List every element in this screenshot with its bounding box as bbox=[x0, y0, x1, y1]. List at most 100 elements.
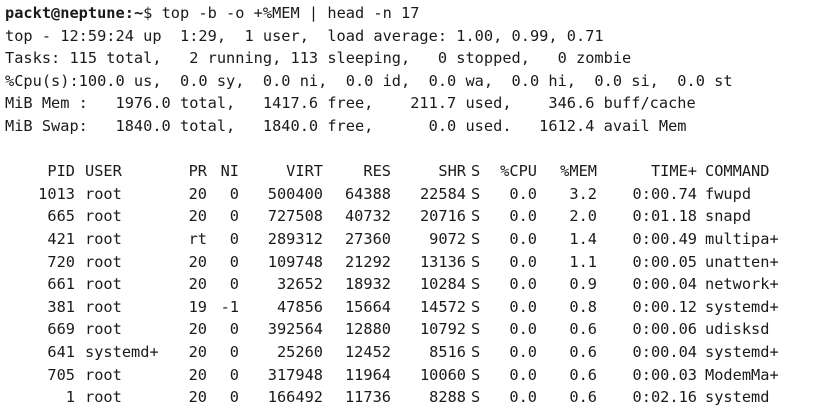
cell-shr: 10060 bbox=[419, 365, 466, 384]
cell-time: 0:00.04 bbox=[632, 342, 697, 361]
header-mem: %MEM bbox=[560, 162, 597, 181]
cell-res: 12880 bbox=[344, 320, 391, 339]
cell-ni: 0 bbox=[229, 184, 239, 203]
cell-mem: 1.1 bbox=[569, 252, 597, 271]
cell-shr: 13136 bbox=[419, 252, 466, 271]
process-row: 669 root 20 0 392564 12880 10792 S 0.0 0.6 0:00.06… bbox=[5, 318, 821, 341]
cell-mem: 2.0 bbox=[569, 207, 597, 226]
cell-s: S bbox=[471, 252, 481, 271]
cell-ni: 0 bbox=[229, 207, 239, 226]
cell-s: S bbox=[471, 275, 481, 294]
cell-time: 0:01.18 bbox=[632, 207, 697, 226]
cell-pid: 1013 bbox=[38, 184, 75, 203]
cell-virt: 317948 bbox=[267, 365, 323, 384]
process-table-header: PID USER PR NI VIRT RES SHR S %CPU %MEM … bbox=[5, 160, 821, 183]
cell-mem: 3.2 bbox=[569, 184, 597, 203]
cell-shr: 8288 bbox=[429, 388, 466, 407]
header-command: COMMAND bbox=[705, 162, 770, 181]
header-user: USER bbox=[85, 162, 122, 181]
header-cpu: %CPU bbox=[500, 162, 537, 181]
cell-command: network+ bbox=[705, 275, 779, 294]
cell-mem: 0.6 bbox=[569, 388, 597, 407]
prompt-symbol: $ bbox=[143, 4, 153, 22]
process-row: 421 root rt 0 289312 27360 9072 S 0.0 1.4 0:00.49 m… bbox=[5, 228, 821, 251]
cell-command: systemd+ bbox=[705, 297, 779, 316]
summary-mem-line: MiB Mem : 1976.0 total, 1417.6 free, 211… bbox=[5, 94, 696, 113]
cell-s: S bbox=[471, 320, 481, 339]
cell-pid: 669 bbox=[47, 320, 75, 339]
cell-s: S bbox=[471, 388, 481, 407]
cell-ni: 0 bbox=[229, 365, 239, 384]
cell-user: root bbox=[85, 275, 122, 294]
header-pr: PR bbox=[188, 162, 207, 181]
cell-time: 0:00.06 bbox=[632, 320, 697, 339]
cell-pid: 421 bbox=[47, 229, 75, 248]
header-time: TIME+ bbox=[650, 162, 697, 181]
cell-user: root bbox=[85, 207, 122, 226]
cell-command: snapd bbox=[705, 207, 752, 226]
cell-ni: 0 bbox=[229, 388, 239, 407]
cell-user: root bbox=[85, 320, 122, 339]
cell-res: 11964 bbox=[344, 365, 391, 384]
cell-user: root bbox=[85, 229, 122, 248]
cell-pr: 20 bbox=[188, 342, 207, 361]
cell-time: 0:00.49 bbox=[632, 229, 697, 248]
cell-mem: 0.9 bbox=[569, 275, 597, 294]
cell-res: 15664 bbox=[344, 297, 391, 316]
cell-user: systemd+ bbox=[85, 342, 159, 361]
cell-pr: 19 bbox=[188, 297, 207, 316]
cell-user: root bbox=[85, 184, 122, 203]
cell-res: 27360 bbox=[344, 229, 391, 248]
cell-s: S bbox=[471, 365, 481, 384]
cell-pid: 661 bbox=[47, 275, 75, 294]
cell-pr: 20 bbox=[188, 388, 207, 407]
cell-cpu: 0.0 bbox=[509, 320, 537, 339]
process-row: 641 systemd+ 20 0 25260 12452 8516 S 0.0 0.6 0:00.… bbox=[5, 341, 821, 364]
header-res: RES bbox=[363, 162, 391, 181]
cell-res: 12452 bbox=[344, 342, 391, 361]
cell-cpu: 0.0 bbox=[509, 297, 537, 316]
process-row: 381 root 19 -1 47856 15664 14572 S 0.0 0.8 0:00.12… bbox=[5, 296, 821, 319]
process-row: 720 root 20 0 109748 21292 13136 S 0.0 1.1 0:00.05… bbox=[5, 251, 821, 274]
cell-shr: 14572 bbox=[419, 297, 466, 316]
cell-pr: 20 bbox=[188, 320, 207, 339]
cell-mem: 0.6 bbox=[569, 320, 597, 339]
cell-command: multipa+ bbox=[705, 229, 779, 248]
header-pid: PID bbox=[47, 162, 75, 181]
cell-time: 0:02.16 bbox=[632, 388, 697, 407]
cell-pr: 20 bbox=[188, 252, 207, 271]
process-row: 705 root 20 0 317948 11964 10060 S 0.0 0.6 0:00.03… bbox=[5, 364, 821, 387]
cell-pid: 720 bbox=[47, 252, 75, 271]
cell-user: root bbox=[85, 388, 122, 407]
cell-cpu: 0.0 bbox=[509, 207, 537, 226]
header-ni: NI bbox=[220, 162, 239, 181]
cell-ni: -1 bbox=[220, 297, 239, 316]
cell-ni: 0 bbox=[229, 320, 239, 339]
cell-shr: 10792 bbox=[419, 320, 466, 339]
process-row: 1 root 20 0 166492 11736 8288 S 0.0 0.6 0:02.16 sys… bbox=[5, 386, 821, 409]
terminal-output[interactable]: packt@neptune:~$ top -b -o +%MEM | head … bbox=[5, 2, 821, 407]
cell-user: root bbox=[85, 365, 122, 384]
cell-virt: 25260 bbox=[276, 342, 323, 361]
cell-ni: 0 bbox=[229, 252, 239, 271]
cell-s: S bbox=[471, 342, 481, 361]
cell-mem: 1.4 bbox=[569, 229, 597, 248]
cell-user: root bbox=[85, 252, 122, 271]
cell-virt: 32652 bbox=[276, 275, 323, 294]
cell-shr: 22584 bbox=[419, 184, 466, 203]
cell-pr: 20 bbox=[188, 275, 207, 294]
summary-swap-line: MiB Swap: 1840.0 total, 1840.0 free, 0.0… bbox=[5, 116, 687, 135]
header-s: S bbox=[471, 162, 481, 181]
command-prompt-line: packt@neptune:~$ top -b -o +%MEM | head … bbox=[5, 2, 821, 25]
cell-time: 0:00.74 bbox=[632, 184, 697, 203]
cell-pid: 705 bbox=[47, 365, 75, 384]
cell-time: 0:00.03 bbox=[632, 365, 697, 384]
cell-mem: 0.8 bbox=[569, 297, 597, 316]
cell-res: 21292 bbox=[344, 252, 391, 271]
process-row: 661 root 20 0 32652 18932 10284 S 0.0 0.9 0:00.04 n… bbox=[5, 273, 821, 296]
cell-virt: 500400 bbox=[267, 184, 323, 203]
cell-s: S bbox=[471, 229, 481, 248]
cell-virt: 392564 bbox=[267, 320, 323, 339]
cell-mem: 0.6 bbox=[569, 342, 597, 361]
